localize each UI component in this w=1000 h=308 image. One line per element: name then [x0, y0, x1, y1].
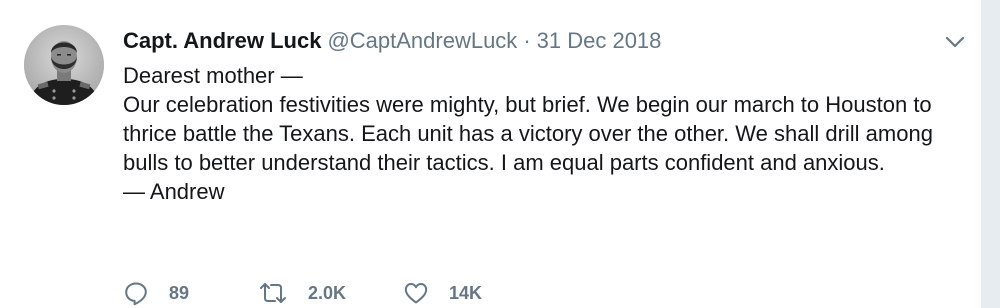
like-count: 14K	[449, 282, 483, 303]
reply-count: 89	[169, 282, 190, 303]
retweet-icon	[258, 280, 288, 306]
tweet-text-line: Our celebration festivities were mighty,…	[123, 92, 933, 175]
user-handle[interactable]: @CaptAndrewLuck	[327, 28, 517, 53]
reply-button[interactable]: 89	[123, 280, 258, 306]
tweet-actions: 89 2.0K 14K	[123, 279, 523, 307]
tweet-header: Capt. Andrew Luck @CaptAndrewLuck · 31 Dec …	[123, 27, 661, 55]
tweet-text: Dearest mother — Our celebration festivi…	[123, 61, 973, 206]
reply-icon	[123, 280, 149, 306]
like-button[interactable]: 14K	[403, 280, 523, 306]
tweet-text-line: — Andrew	[123, 179, 225, 204]
retweet-button[interactable]: 2.0K	[258, 280, 403, 306]
avatar-portrait	[24, 25, 104, 105]
tweet-card[interactable]: Capt. Andrew Luck @CaptAndrewLuck · 31 Dec …	[0, 0, 982, 308]
chevron-down-icon[interactable]	[944, 34, 966, 50]
tweet-text-line: Dearest mother —	[123, 63, 303, 88]
retweet-count: 2.0K	[308, 282, 347, 303]
separator-dot: ·	[523, 28, 531, 53]
avatar[interactable]	[24, 25, 104, 105]
display-name[interactable]: Capt. Andrew Luck	[123, 28, 321, 53]
tweet-date[interactable]: 31 Dec 2018	[537, 28, 662, 53]
heart-icon	[403, 280, 429, 306]
